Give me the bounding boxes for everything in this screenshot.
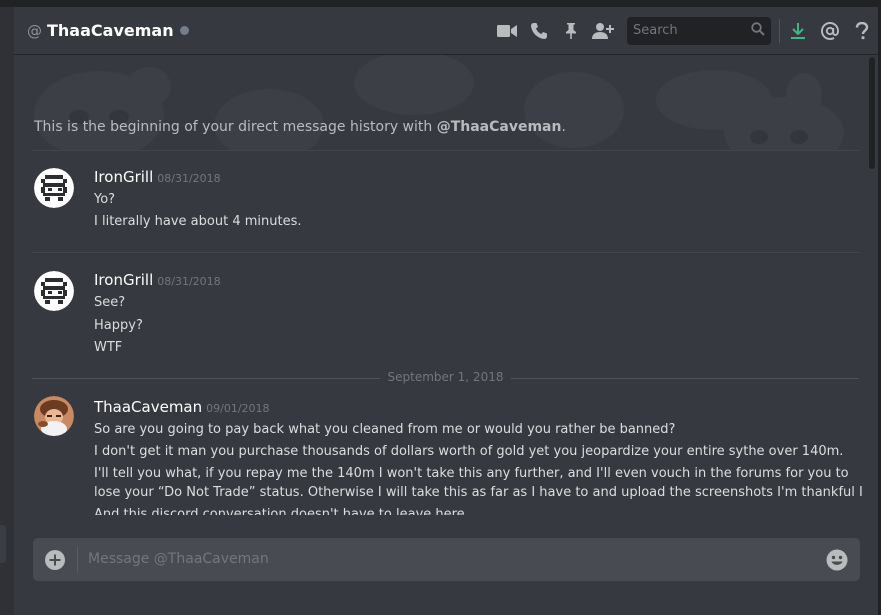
message-timestamp: 08/31/2018 bbox=[157, 172, 221, 185]
header-toolbar: Search bbox=[491, 7, 878, 54]
wumpus-background-illustration bbox=[34, 55, 844, 169]
toolbar-divider bbox=[779, 18, 780, 43]
dm-history-start-text: This is the beginning of your direct mes… bbox=[34, 119, 566, 135]
help-icon[interactable] bbox=[846, 15, 878, 47]
add-friend-icon[interactable] bbox=[587, 15, 619, 47]
search-icon[interactable] bbox=[751, 21, 765, 40]
message-author[interactable]: IronGrill 08/31/2018 bbox=[94, 271, 221, 289]
message-text: Yo? bbox=[94, 192, 116, 207]
avatar[interactable] bbox=[34, 396, 74, 436]
message-author[interactable]: IronGrill 08/31/2018 bbox=[94, 168, 221, 186]
message-composer: Message @ThaaCaveman bbox=[33, 538, 860, 581]
date-divider-label: September 1, 2018 bbox=[379, 370, 512, 384]
message-text: See? bbox=[94, 295, 126, 310]
avatar[interactable] bbox=[34, 271, 74, 311]
scrollbar-thumb[interactable] bbox=[869, 57, 875, 169]
message-timestamp: 09/01/2018 bbox=[206, 402, 270, 415]
video-call-icon[interactable] bbox=[491, 15, 523, 47]
recipient-mention[interactable]: @ThaaCaveman bbox=[437, 119, 562, 135]
mention-icon[interactable] bbox=[814, 15, 846, 47]
server-sidebar-edge bbox=[0, 7, 14, 615]
message-input[interactable]: Message @ThaaCaveman bbox=[88, 551, 269, 567]
status-indicator bbox=[179, 26, 189, 35]
at-symbol: @ bbox=[27, 21, 42, 40]
message-text: I literally have about 4 minutes. bbox=[94, 214, 302, 229]
composer-divider bbox=[77, 547, 78, 572]
date-divider: September 1, 2018 bbox=[32, 370, 859, 384]
message-timestamp: 08/31/2018 bbox=[157, 275, 221, 288]
message-divider bbox=[32, 150, 859, 151]
message-text: I'll tell you what, if you repay me the … bbox=[94, 466, 849, 481]
upload-plus-icon[interactable] bbox=[45, 550, 65, 574]
sidebar-handle[interactable] bbox=[0, 525, 6, 563]
pin-icon[interactable] bbox=[555, 15, 587, 47]
dm-welcome-banner: This is the beginning of your direct mes… bbox=[14, 55, 867, 169]
window-top-bar bbox=[0, 0, 881, 7]
search-field[interactable]: Search bbox=[627, 16, 771, 45]
message-text: And this discord conversation doesn't ha… bbox=[94, 507, 469, 515]
message-scrollbar[interactable] bbox=[867, 55, 877, 515]
message-author[interactable]: ThaaCaveman 09/01/2018 bbox=[94, 398, 270, 416]
message-text: So are you going to pay back what you cl… bbox=[94, 422, 676, 437]
message-list[interactable]: This is the beginning of your direct mes… bbox=[14, 55, 867, 515]
download-icon[interactable] bbox=[782, 15, 814, 47]
channel-header: @ ThaaCaveman Search bbox=[14, 7, 878, 54]
emoji-picker-icon[interactable] bbox=[826, 549, 848, 575]
message-text: I don't get it man you purchase thousand… bbox=[94, 444, 844, 459]
avatar[interactable] bbox=[34, 168, 74, 208]
dm-recipient-name[interactable]: ThaaCaveman bbox=[47, 21, 174, 40]
search-placeholder: Search bbox=[633, 23, 678, 38]
message-divider bbox=[32, 252, 859, 253]
message-text: WTF bbox=[94, 340, 123, 355]
message-text: lose your “Do Not Trade” status. Otherwi… bbox=[94, 485, 867, 500]
message-text: Happy? bbox=[94, 318, 143, 333]
voice-call-icon[interactable] bbox=[523, 15, 555, 47]
